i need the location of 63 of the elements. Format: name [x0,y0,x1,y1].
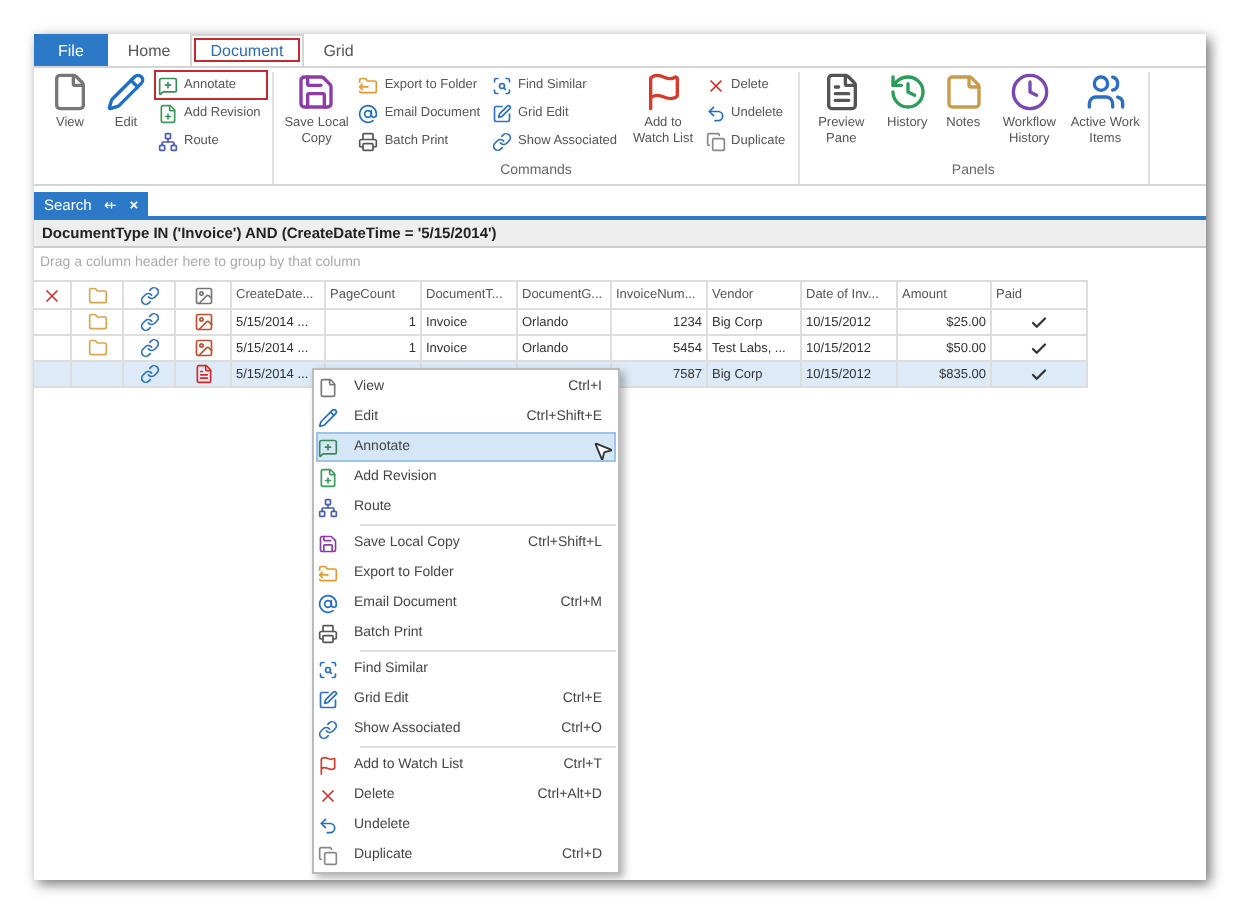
header-cell[interactable] [176,282,232,310]
file-menu-tab[interactable]: File [34,34,108,66]
header-cell[interactable] [34,282,72,310]
link-icon [139,285,159,305]
printer-icon [318,623,338,643]
annotate-icon [318,437,338,457]
thumbnail-icon [193,285,213,305]
pencil-icon [106,72,146,112]
add-page-icon [158,103,178,123]
duplicate-icon [318,845,338,865]
ribbon-tab[interactable]: Grid [303,34,374,66]
link-icon [139,364,159,384]
at-sign-icon [358,103,379,123]
link-icon [492,131,512,151]
folder-icon [87,312,107,332]
folder-icon [87,338,107,358]
document-icon [318,377,338,397]
save-icon [318,533,338,553]
undo-icon [705,103,726,123]
at-sign-icon [318,593,338,613]
find-similar-icon [318,659,338,679]
image-file-icon [193,312,213,332]
folder-icon [87,285,107,305]
route-icon [158,131,178,151]
add-page-icon [318,467,338,487]
printer-icon [358,131,379,151]
undo-icon [318,815,338,835]
pdf-file-icon [193,364,213,384]
link-icon [139,338,159,358]
flag-icon [318,755,338,775]
workflow-clock-icon [1009,72,1050,112]
checkbox[interactable] [992,310,1088,336]
table-row[interactable] [34,362,72,388]
header-cell[interactable] [124,282,176,310]
ribbon-tab[interactable]: Document [190,34,304,66]
delete-icon [318,785,338,805]
preview-pane-icon [821,72,862,112]
history-icon [887,72,928,112]
save-icon [296,72,337,112]
image-file-icon [193,338,213,358]
annotate-icon [158,75,178,95]
delete-icon [705,75,726,95]
mouse-cursor-icon [592,440,614,462]
grid-edit-icon [318,689,338,709]
checkbox[interactable] [992,362,1088,388]
table-row[interactable] [34,310,72,336]
find-similar-icon [492,75,512,95]
duplicate-icon [705,131,726,151]
link-icon [318,719,338,739]
folder-export-icon [358,75,379,95]
notes-icon [943,72,984,112]
header-cell[interactable] [72,282,124,310]
link-icon [139,312,159,332]
grid-edit-icon [492,103,512,123]
flag-icon [643,72,684,112]
checkbox[interactable] [992,336,1088,362]
people-icon [1085,72,1126,112]
delete-icon [42,285,62,305]
folder-export-icon [318,563,338,583]
document-icon [50,72,90,112]
table-row[interactable] [34,336,72,362]
pencil-icon [318,407,338,427]
route-icon [318,497,338,517]
